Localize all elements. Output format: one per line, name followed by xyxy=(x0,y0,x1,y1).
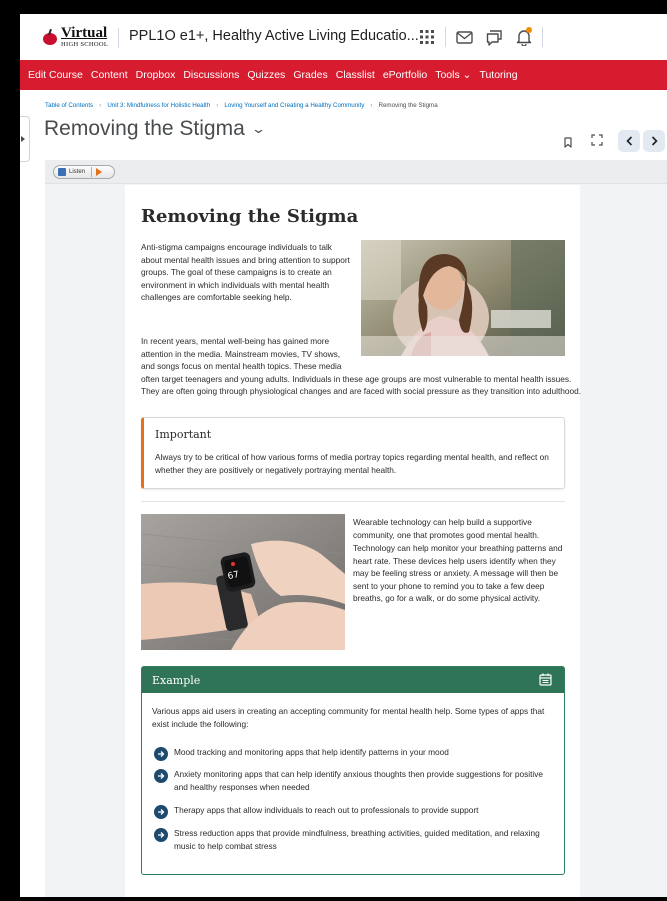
bookmark-icon[interactable] xyxy=(564,135,572,153)
arrow-circle-icon xyxy=(154,769,168,783)
example-header: Example xyxy=(142,667,564,693)
breadcrumb-separator-icon: › xyxy=(370,102,373,109)
logo-text: Virtual xyxy=(61,25,108,41)
browser-viewport: Virtual HIGH SCHOOL PPL1O e1+, Healthy A… xyxy=(20,14,667,897)
readspeaker-bar xyxy=(45,160,667,184)
example-title: Example xyxy=(152,674,201,687)
topic-title: Removing the Stigma xyxy=(44,117,245,140)
section-divider xyxy=(141,501,565,502)
topic-title-dropdown[interactable]: Removing the Stigma ⌄ xyxy=(44,117,266,141)
nav-quizzes[interactable]: Quizzes xyxy=(243,69,289,81)
logo-subtext: HIGH SCHOOL xyxy=(61,41,109,48)
nav-tutoring[interactable]: Tutoring xyxy=(475,69,521,81)
nav-dropbox[interactable]: Dropbox xyxy=(132,69,180,81)
page-heading: Removing the Stigma xyxy=(141,206,359,227)
paragraph: Technology can help monitor your breathi… xyxy=(353,543,563,603)
nav-discussions[interactable]: Discussions xyxy=(179,69,243,81)
breadcrumb-separator-icon: › xyxy=(216,102,219,109)
list-item-text: Therapy apps that allow individuals to r… xyxy=(174,805,479,815)
next-topic-button[interactable] xyxy=(643,130,665,152)
calendar-icon xyxy=(539,673,552,691)
chevron-down-icon: ⌄ xyxy=(250,121,266,136)
listen-button[interactable]: Listen xyxy=(53,165,115,179)
bell-icon[interactable] xyxy=(509,26,539,48)
chat-icon[interactable] xyxy=(479,26,509,48)
toc-panel-toggle[interactable] xyxy=(20,116,30,162)
nav-content[interactable]: Content xyxy=(87,69,132,81)
breadcrumb: Table of Contents › Unit 3: Mindfulness … xyxy=(45,102,438,109)
paragraph: Wearable technology can help build a sup… xyxy=(353,517,540,540)
example-intro: Various apps aid users in creating an ac… xyxy=(152,706,545,729)
callout-text: Always try to be critical of how various… xyxy=(155,452,549,475)
breadcrumb-current: Removing the Stigma xyxy=(378,102,438,109)
breadcrumb-link[interactable]: Loving Yourself and Creating a Healthy C… xyxy=(224,102,364,109)
notification-dot xyxy=(526,27,532,33)
list-item: Anxiety monitoring apps that can help id… xyxy=(154,768,559,793)
paragraph: In recent years, mental well-being has g… xyxy=(141,336,582,396)
list-item-text: Mood tracking and monitoring apps that h… xyxy=(174,747,449,757)
list-item: Mood tracking and monitoring apps that h… xyxy=(154,746,559,761)
mail-icon[interactable] xyxy=(449,26,479,48)
arrow-circle-icon xyxy=(154,828,168,842)
list-item: Therapy apps that allow individuals to r… xyxy=(154,804,559,819)
arrow-circle-icon xyxy=(154,747,168,761)
list-item-text: Anxiety monitoring apps that can help id… xyxy=(174,769,543,792)
header-divider xyxy=(118,28,119,48)
list-item: Stress reduction apps that provide mindf… xyxy=(154,827,559,852)
chevron-left-icon xyxy=(625,136,632,146)
example-callout: Example Various apps aid users in creati… xyxy=(141,666,565,875)
callout-title: Important xyxy=(155,428,212,441)
top-header: Virtual HIGH SCHOOL PPL1O e1+, Healthy A… xyxy=(20,14,667,60)
nav-eportfolio[interactable]: ePortfolio xyxy=(379,69,431,81)
listen-label: Listen xyxy=(69,169,86,175)
apple-icon xyxy=(42,29,58,45)
breadcrumb-separator-icon: › xyxy=(99,102,102,109)
play-icon xyxy=(96,168,103,176)
header-divider xyxy=(445,27,446,47)
nav-tools-dropdown[interactable]: Tools ⌄ xyxy=(431,69,475,81)
course-title[interactable]: PPL1O e1+, Healthy Active Living Educati… xyxy=(129,28,419,44)
vhs-logo[interactable]: Virtual HIGH SCHOOL xyxy=(42,25,108,49)
nav-edit-course[interactable]: Edit Course xyxy=(24,69,87,81)
list-item-text: Stress reduction apps that provide mindf… xyxy=(174,828,540,851)
previous-topic-button[interactable] xyxy=(618,130,640,152)
nav-classlist[interactable]: Classlist xyxy=(332,69,379,81)
header-divider xyxy=(542,27,543,47)
breadcrumb-link[interactable]: Unit 3: Mindfulness for Holistic Health xyxy=(107,102,210,109)
fullscreen-icon[interactable] xyxy=(591,133,603,151)
important-callout: Important Always try to be critical of h… xyxy=(141,417,565,489)
smartwatch-photo: 67 xyxy=(141,514,345,650)
breadcrumb-link[interactable]: Table of Contents xyxy=(45,102,93,109)
speaker-icon xyxy=(58,168,66,176)
header-icons xyxy=(412,26,546,48)
arrow-circle-icon xyxy=(154,805,168,819)
nav-grades[interactable]: Grades xyxy=(289,69,331,81)
chevron-right-icon xyxy=(651,136,658,146)
course-navbar: Edit Course Content Dropbox Discussions … xyxy=(20,60,667,90)
paragraph: Anti-stigma campaigns encourage individu… xyxy=(141,242,350,302)
grid-icon[interactable] xyxy=(412,26,442,48)
